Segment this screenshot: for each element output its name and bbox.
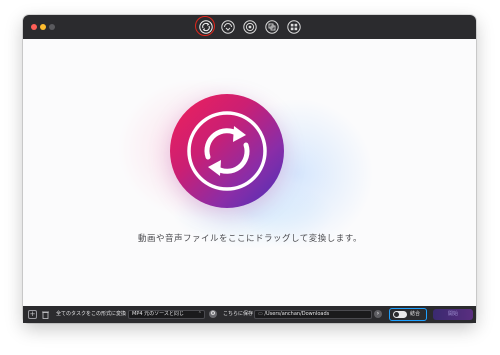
output-format-value: MP4 元のソースと同じ xyxy=(132,311,184,317)
save-path-value: /Users/anchan/Downloads xyxy=(264,311,330,317)
compress-tool-button[interactable] xyxy=(220,19,236,35)
merge-icon xyxy=(265,20,279,34)
start-button[interactable]: 開始 xyxy=(433,309,473,320)
format-settings-gear-icon[interactable]: ⚙ xyxy=(209,310,217,318)
compress-icon xyxy=(221,20,235,34)
minimize-window-button[interactable] xyxy=(40,24,46,30)
merge-tool-button[interactable] xyxy=(264,19,280,35)
bottom-toolbar: + 全てのタスクをこの形式に変換 MP4 元のソースと同じ ⌃ ⚙ こちらに保存… xyxy=(23,306,476,323)
close-window-button[interactable] xyxy=(31,24,37,30)
save-path-field[interactable]: ▭ /Users/anchan/Downloads xyxy=(254,310,372,319)
merge-toggle[interactable] xyxy=(393,311,407,318)
toolbox-icon xyxy=(287,20,301,34)
convert-icon xyxy=(199,20,213,34)
merge-label: 結合 xyxy=(410,311,421,317)
save-to-label: こちらに保存 xyxy=(223,311,254,317)
merge-toggle-group[interactable]: 結合 xyxy=(389,308,427,321)
record-icon xyxy=(243,20,257,34)
add-file-icon[interactable]: + xyxy=(28,310,37,319)
chevron-updown-icon: ⌃ xyxy=(197,311,202,317)
open-folder-arrow-icon[interactable]: › xyxy=(374,310,382,318)
title-bar xyxy=(23,15,476,39)
record-tool-button[interactable] xyxy=(242,19,258,35)
convert-hero-icon xyxy=(170,94,284,208)
convert-tool-button[interactable] xyxy=(195,16,215,36)
output-format-select[interactable]: MP4 元のソースと同じ ⌃ xyxy=(128,310,205,319)
convert-all-label: 全てのタスクをこの形式に変換 xyxy=(56,311,127,317)
toolbox-tool-button[interactable] xyxy=(286,19,302,35)
zoom-window-button[interactable] xyxy=(49,24,55,30)
trash-icon[interactable] xyxy=(41,310,50,319)
drop-hint-text: 動画や音声ファイルをここにドラッグして変換します。 xyxy=(138,234,362,244)
